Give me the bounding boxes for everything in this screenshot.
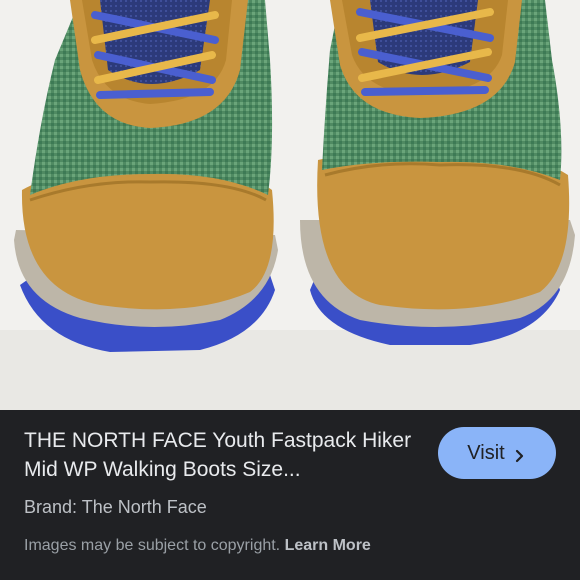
visit-button[interactable]: Visit [438, 427, 556, 479]
chevron-right-icon [513, 446, 527, 463]
boots-photo [0, 0, 580, 410]
right-boot [300, 0, 575, 345]
brand-label: Brand: The North Face [24, 497, 207, 517]
copyright-notice: Images may be subject to copyright. Lear… [24, 535, 371, 557]
copyright-text: Images may be subject to copyright. [24, 537, 281, 554]
learn-more-link[interactable]: Learn More [285, 537, 371, 554]
product-image[interactable] [0, 0, 580, 410]
product-title[interactable]: THE NORTH FACE Youth Fastpack Hiker Mid … [24, 426, 424, 484]
visit-button-label: Visit [467, 441, 505, 464]
